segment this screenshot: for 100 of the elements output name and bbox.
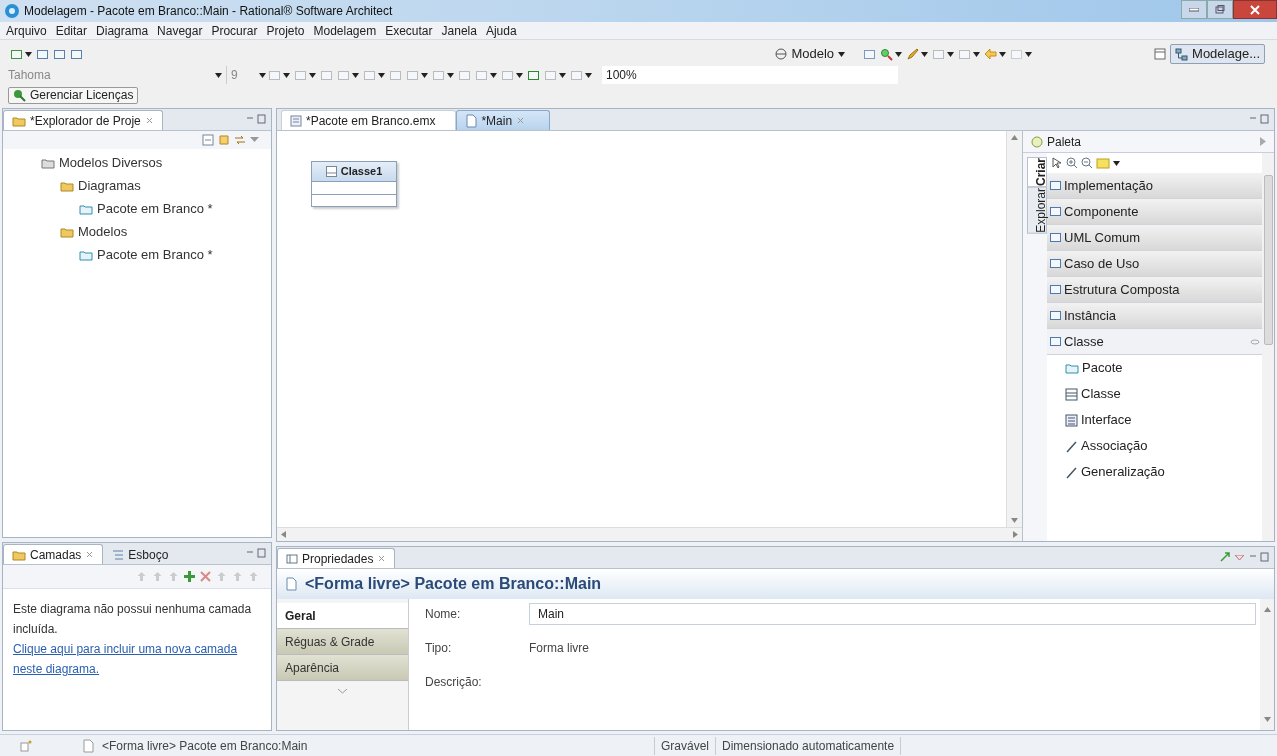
palette-tool[interactable]: Generalização: [1047, 459, 1262, 485]
palette-title: Paleta: [1047, 133, 1083, 151]
close-button[interactable]: [1233, 0, 1277, 19]
class-icon: [325, 166, 337, 177]
menu-item[interactable]: Modelagem: [313, 21, 377, 40]
caret-icon: [309, 72, 316, 78]
perspective-icon[interactable]: [1154, 48, 1167, 60]
square-icon: [1010, 47, 1024, 61]
scroll-down-icon[interactable]: [338, 689, 347, 694]
editor-tab[interactable]: *Main: [456, 110, 551, 130]
palette-tool[interactable]: Associação: [1047, 433, 1262, 459]
cross-icon[interactable]: [200, 571, 211, 582]
folder-icon: [60, 225, 74, 238]
square-icon: [294, 68, 307, 82]
model-selector[interactable]: Modelo: [771, 45, 850, 63]
properties-tab[interactable]: Aparência: [277, 655, 408, 681]
view-tab[interactable]: *Explorador de Proje: [3, 110, 163, 130]
menu-item[interactable]: Ajuda: [485, 21, 517, 40]
menu-item[interactable]: Projeto: [266, 21, 305, 40]
square-icon: [70, 47, 83, 61]
line-icon: [1065, 465, 1078, 479]
menu-item[interactable]: Navegar: [157, 21, 203, 40]
palette-drawer[interactable]: Instância: [1047, 303, 1262, 329]
class-node[interactable]: Classe1: [311, 161, 397, 207]
menu-item[interactable]: Arquivo: [6, 21, 47, 40]
minimize-maximize-icon[interactable]: [245, 114, 267, 124]
view-tab[interactable]: Propriedades: [277, 548, 396, 568]
minimize-maximize-icon[interactable]: [245, 548, 267, 558]
square-icon: [863, 47, 877, 61]
note-icon[interactable]: [1096, 157, 1110, 169]
tree-item[interactable]: Pacote em Branco *: [41, 243, 271, 266]
scroll-right-icon: [1013, 531, 1018, 538]
caret-icon: [895, 51, 903, 57]
collapse-all-icon[interactable]: [202, 134, 214, 146]
name-field[interactable]: Main: [529, 603, 1256, 625]
class-name: Classe1: [340, 164, 383, 180]
square-icon: [10, 47, 23, 61]
license-button[interactable]: Gerenciar Licenças: [8, 86, 139, 104]
palette-drawer[interactable]: Estrutura Composta: [1047, 277, 1262, 303]
collapse-arrow-icon[interactable]: [1260, 137, 1266, 146]
palette-scrollbar[interactable]: [1262, 153, 1274, 541]
field-value: Forma livre: [529, 640, 589, 657]
square-icon: [363, 68, 376, 82]
select-icon[interactable]: [1051, 157, 1063, 169]
menu-item[interactable]: Editar: [55, 21, 88, 40]
zoom-out-icon[interactable]: [1081, 157, 1093, 169]
layers-message: Este diagrama não possui nenhuma camada incluída.: [13, 601, 253, 638]
plus-icon[interactable]: [184, 571, 195, 582]
close-icon: [377, 554, 387, 563]
menu-icon[interactable]: [250, 137, 259, 143]
view-menu-icon[interactable]: [1235, 555, 1244, 561]
properties-scrollbar[interactable]: [1260, 599, 1274, 730]
caret-icon: [259, 72, 266, 78]
palette-drawer[interactable]: UML Comum: [1047, 225, 1262, 251]
menu-item[interactable]: Procurar: [211, 21, 258, 40]
pencil-icon: [906, 47, 920, 61]
scroll-down-icon: [1263, 717, 1271, 722]
vertical-scrollbar[interactable]: [1006, 131, 1022, 527]
zoom-in-icon[interactable]: [1066, 157, 1078, 169]
minimize-maximize-icon[interactable]: [1248, 114, 1270, 124]
tree-item[interactable]: Modelos Diversos: [41, 151, 271, 174]
tree-item[interactable]: Diagramas: [41, 174, 271, 197]
palette-drawer[interactable]: Componente: [1047, 199, 1262, 225]
caret-icon: [947, 51, 955, 57]
arrows-icon[interactable]: [234, 134, 246, 146]
palette-drawer[interactable]: Classe: [1047, 329, 1262, 355]
caret-icon: [215, 72, 222, 78]
properties-tab[interactable]: Geral: [277, 603, 408, 629]
add-layer-link[interactable]: Clique aqui para incluir uma nova camada neste diagrama.: [13, 639, 261, 679]
view-tab[interactable]: Camadas: [3, 544, 104, 564]
palette-tool[interactable]: Classe: [1047, 381, 1262, 407]
properties-tab[interactable]: Réguas & Grade: [277, 629, 408, 655]
palette-drawer[interactable]: Implementação: [1047, 173, 1262, 199]
menu-item[interactable]: Janela: [441, 21, 477, 40]
folder-icon: [12, 548, 26, 561]
tree-item[interactable]: Pacote em Branco *: [41, 197, 271, 220]
square-icon: [570, 68, 583, 82]
close-icon: [85, 550, 95, 559]
folder-icon: [12, 114, 26, 127]
pin-icon[interactable]: [1250, 338, 1260, 345]
palette-side-tab[interactable]: Explorar: [1027, 187, 1047, 234]
editor-tab[interactable]: *Pacote em Branco.emx: [281, 110, 457, 130]
square-icon: [958, 47, 972, 61]
zoom-field[interactable]: 100%: [602, 66, 898, 84]
menu-item[interactable]: Executar: [385, 21, 433, 40]
tree-item[interactable]: Modelos: [41, 220, 271, 243]
pin-editor-icon[interactable]: [1219, 551, 1231, 563]
palette-tool[interactable]: Pacote: [1047, 355, 1262, 381]
square-icon: [1049, 283, 1062, 296]
palette-tool[interactable]: Interface: [1047, 407, 1262, 433]
square-icon: [1049, 205, 1062, 218]
perspective-button[interactable]: Modelage...: [1170, 44, 1265, 64]
field-label: Tipo:: [425, 640, 453, 657]
palette-side-tab[interactable]: Criar: [1027, 157, 1047, 187]
menu-item[interactable]: Diagrama: [96, 21, 149, 40]
minimize-maximize-icon[interactable]: [1248, 552, 1270, 562]
horizontal-scrollbar[interactable]: [277, 527, 1022, 541]
key-icon: [13, 88, 26, 102]
maximize-button[interactable]: [1207, 0, 1233, 19]
palette-drawer[interactable]: Caso de Uso: [1047, 251, 1262, 277]
